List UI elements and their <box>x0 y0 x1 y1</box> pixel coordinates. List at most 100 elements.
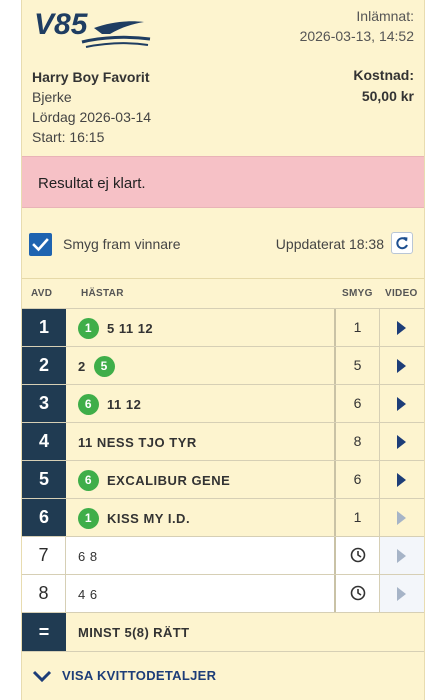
horses-cell: 1 5 11 12 <box>66 309 336 346</box>
video-button[interactable] <box>380 309 424 346</box>
winner-badge: 5 <box>93 355 115 377</box>
horses-cell: 6 11 12 <box>66 385 336 422</box>
horse-selection: 1 KISS MY I.D. <box>78 507 190 529</box>
play-icon <box>397 359 406 373</box>
video-button[interactable] <box>380 575 424 612</box>
horses-cell: 25 <box>66 347 336 384</box>
horse-selection: 1 5 11 12 <box>78 317 154 339</box>
chevron-down-icon <box>32 670 52 682</box>
smyg-cell: 5 <box>336 347 380 384</box>
play-icon <box>397 511 406 525</box>
ticket-name: Harry Boy Favorit <box>32 69 150 85</box>
refresh-button[interactable] <box>391 232 413 254</box>
race-row: 4 11 NESS TJO TYR 8 <box>22 422 424 460</box>
receipt-header: V85 Inlämnat: 2026-03-13, 14:52 Harry Bo… <box>22 0 424 156</box>
total-row: = MINST 5(8) RÄTT <box>22 612 424 652</box>
play-icon <box>397 549 406 563</box>
race-row: 6 1 KISS MY I.D. 1 <box>22 498 424 536</box>
smyg-cell: 6 <box>336 385 380 422</box>
horses-cell: 6 EXCALIBUR GENE <box>66 461 336 498</box>
col-header-video: VIDEO <box>385 288 418 299</box>
race-date: Lördag 2026-03-14 <box>32 109 152 125</box>
smyg-value: 6 <box>353 395 362 411</box>
smyg-value: 1 <box>353 509 362 525</box>
horse-numbers: 11 12 <box>107 396 142 412</box>
race-number: 6 <box>22 499 66 536</box>
result-status-text: Resultat ej klart. <box>38 175 146 192</box>
race-row: 2255 <box>22 346 424 384</box>
horse-numbers: 11 NESS TJO TYR <box>78 434 197 450</box>
submitted-timestamp: 2026-03-13, 14:52 <box>299 28 414 44</box>
race-row: 115 11 12 1 <box>22 308 424 346</box>
race-number: 2 <box>22 347 66 384</box>
smyg-value: 6 <box>353 471 362 487</box>
horse-numbers: 2 <box>78 358 86 374</box>
play-icon <box>397 435 406 449</box>
winner-badge: 6 <box>78 469 99 491</box>
winner-badge: 6 <box>78 393 99 415</box>
horse-selection: 6 8 <box>78 546 98 566</box>
horses-cell: 11 NESS TJO TYR <box>66 423 336 460</box>
horses-cell: 6 8 <box>66 537 336 574</box>
winner-badge: 1 <box>78 317 99 339</box>
play-icon <box>397 587 406 601</box>
race-number: 1 <box>22 309 66 346</box>
smyg-cell: 1 <box>336 499 380 536</box>
ticket-info: Harry Boy Favorit Bjerke Lördag 2026-03-… <box>32 67 151 147</box>
refresh-icon <box>396 237 408 250</box>
smyg-cell <box>336 575 380 612</box>
horses-cell: 4 6 <box>66 575 336 612</box>
smyg-value: 8 <box>353 433 362 449</box>
clock-icon <box>350 585 366 601</box>
race-row: 5 6 EXCALIBUR GENE 6 <box>22 460 424 498</box>
smyg-value: 5 <box>353 357 362 373</box>
horse-selection: 6 EXCALIBUR GENE <box>78 469 231 491</box>
show-receipt-details-link[interactable]: VISA KVITTODETALJER <box>32 668 216 683</box>
race-number: 5 <box>22 461 66 498</box>
race-number: 3 <box>22 385 66 422</box>
show-receipt-details-label[interactable]: VISA KVITTODETALJER <box>62 668 216 683</box>
horse-selection: 25 <box>78 355 123 377</box>
smyg-checkbox[interactable] <box>29 233 52 256</box>
smyg-label[interactable]: Smyg fram vinnare <box>63 236 180 252</box>
clock-icon <box>350 547 366 563</box>
horse-numbers: EXCALIBUR GENE <box>107 472 231 488</box>
logo-text: V85 <box>34 8 89 41</box>
submitted-label: Inlämnat: <box>356 8 414 24</box>
smyg-cell <box>336 537 380 574</box>
horses-cell: 1 KISS MY I.D. <box>66 499 336 536</box>
video-button[interactable] <box>380 461 424 498</box>
col-header-avd: AVD <box>31 288 53 299</box>
play-icon <box>397 473 406 487</box>
video-button[interactable] <box>380 499 424 536</box>
horse-numbers: 6 8 <box>78 548 98 564</box>
race-number: 7 <box>22 537 66 574</box>
v85-logo: V85 <box>34 8 151 48</box>
updated-time: Uppdaterat 18:38 <box>275 236 384 252</box>
cost-label: Kostnad: <box>353 67 414 83</box>
smyg-value: 1 <box>353 319 362 335</box>
smyg-cell: 8 <box>336 423 380 460</box>
table-header: AVD HÄSTAR SMYG VIDEO <box>22 278 424 308</box>
total-text: MINST 5(8) RÄTT <box>78 625 190 640</box>
smyg-cell: 6 <box>336 461 380 498</box>
video-button[interactable] <box>380 347 424 384</box>
result-banner: Resultat ej klart. <box>22 156 424 208</box>
col-header-horses: HÄSTAR <box>81 288 124 299</box>
horse-numbers: 5 11 12 <box>107 320 154 336</box>
checkmark-icon <box>32 238 49 252</box>
play-icon <box>397 321 406 335</box>
horse-numbers: 4 6 <box>78 586 98 602</box>
receipt-card: V85 Inlämnat: 2026-03-13, 14:52 Harry Bo… <box>21 0 425 700</box>
race-rows: 115 11 12 1 2 2 5 5 3 6 11 12 6 4 11 NESS TJO TYR 8 5… <box>22 308 424 612</box>
race-row: 3 6 11 12 6 <box>22 384 424 422</box>
video-button[interactable] <box>380 385 424 422</box>
horse-selection: 4 6 <box>78 584 98 604</box>
video-button[interactable] <box>380 423 424 460</box>
winner-badge: 1 <box>78 507 99 529</box>
video-button[interactable] <box>380 537 424 574</box>
play-icon <box>397 397 406 411</box>
race-number: 4 <box>22 423 66 460</box>
race-number: 8 <box>22 575 66 612</box>
race-row: 8 4 6 <box>22 574 424 612</box>
